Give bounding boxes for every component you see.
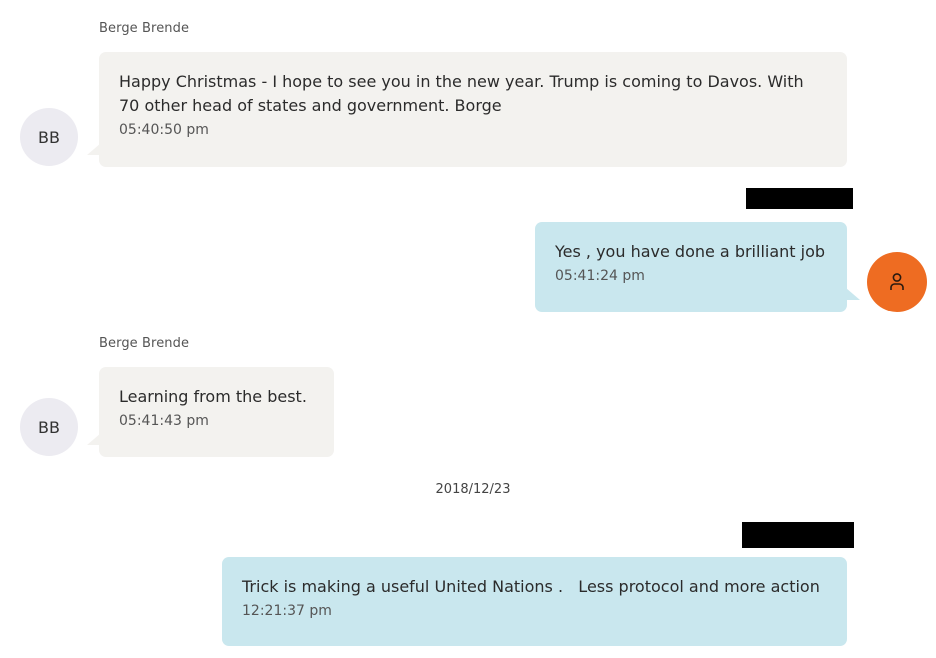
message-bubble-incoming: Happy Christmas - I hope to see you in t… xyxy=(99,52,847,167)
message-text: Yes , you have done a brilliant job xyxy=(555,242,826,261)
message-text: Learning from the best. xyxy=(119,387,307,406)
message-bubble-incoming: Learning from the best. 05:41:43 pm xyxy=(99,367,334,457)
contact-avatar: BB xyxy=(20,398,78,456)
date-separator: 2018/12/23 xyxy=(435,482,511,497)
contact-avatar: BB xyxy=(20,108,78,166)
redacted-sender-name xyxy=(746,188,853,209)
message-timestamp: 05:41:43 pm xyxy=(119,413,209,429)
sender-name: Berge Brende xyxy=(99,21,190,36)
message-text: Trick is making a useful United Nations … xyxy=(242,577,820,596)
user-avatar xyxy=(867,252,927,312)
message-timestamp: 05:40:50 pm xyxy=(119,122,209,138)
message-timestamp: 05:41:24 pm xyxy=(555,268,645,284)
message-bubble-outgoing: Trick is making a useful United Nations … xyxy=(222,557,847,646)
message-text: Happy Christmas - I hope to see you in t… xyxy=(119,72,804,115)
message-timestamp: 12:21:37 pm xyxy=(242,603,332,619)
message-bubble-outgoing: Yes , you have done a brilliant job 05:4… xyxy=(535,222,847,312)
user-icon xyxy=(890,273,904,290)
avatar-initials: BB xyxy=(38,417,60,437)
bubble-tail xyxy=(846,288,860,300)
sender-name: Berge Brende xyxy=(99,336,190,351)
redacted-sender-name xyxy=(742,522,854,548)
avatar-initials: BB xyxy=(38,127,60,147)
